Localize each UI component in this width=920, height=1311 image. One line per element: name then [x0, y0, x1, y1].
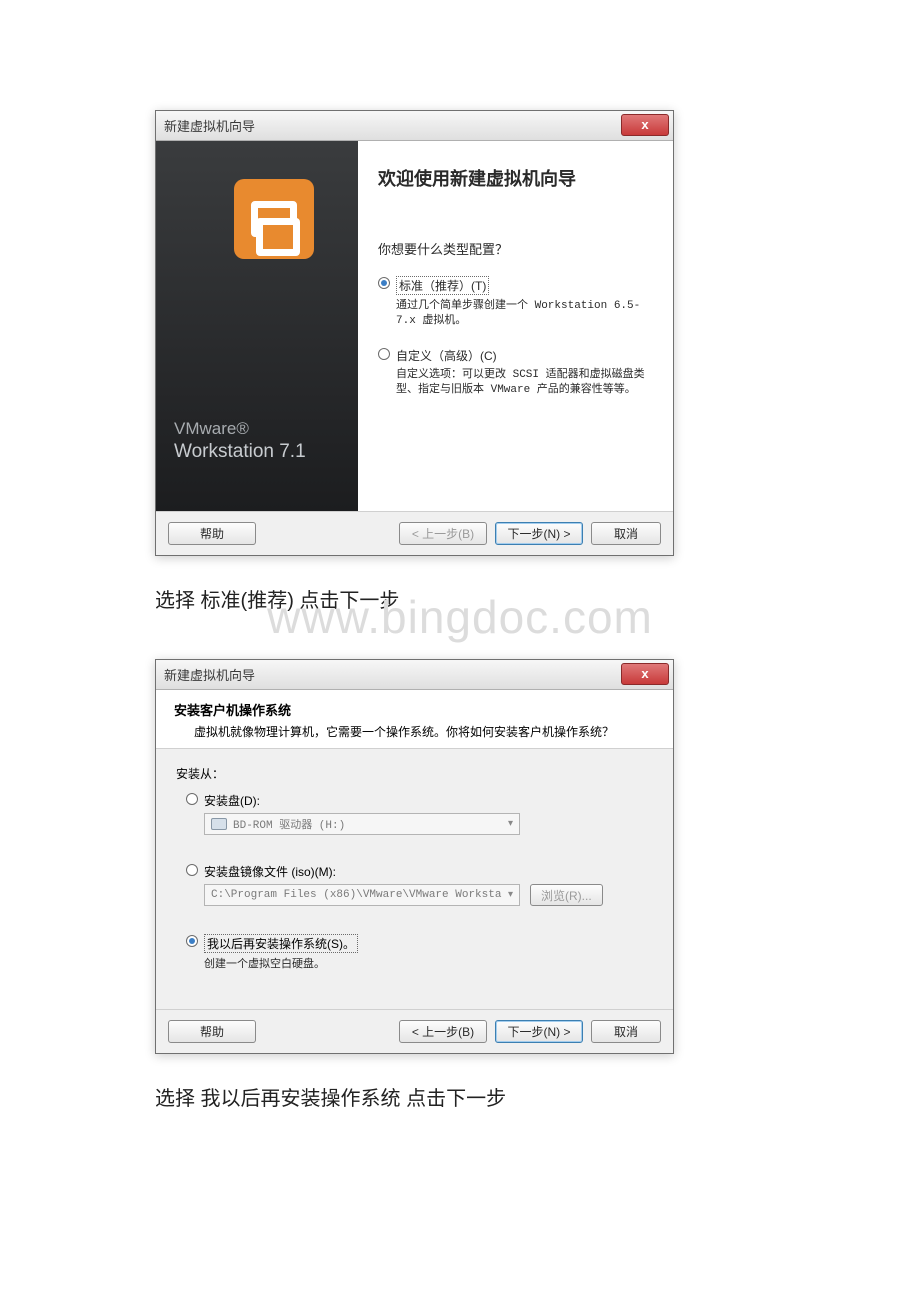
wizard-side-graphic: VMware® Workstation 7.1 — [156, 141, 358, 511]
later-description: 创建一个虚拟空白硬盘。 — [204, 957, 653, 972]
button-row: 帮助 < 上一步(B) 下一步(N) > 取消 — [156, 511, 673, 555]
watermark-text: www.bingdoc.com — [0, 590, 920, 644]
back-button[interactable]: < 上一步(B) — [399, 522, 487, 545]
radio-icon — [186, 864, 198, 876]
radio-later-label: 我以后再安装操作系统(S)。 — [204, 934, 358, 953]
iso-path-input[interactable]: C:\Program Files (x86)\VMware\VMware Wor… — [204, 884, 520, 906]
window-title: 新建虚拟机向导 — [164, 665, 255, 684]
radio-install-later[interactable]: 我以后再安装操作系统(S)。 — [186, 934, 653, 953]
radio-install-disc[interactable]: 安装盘(D): — [186, 792, 653, 809]
titlebar: 新建虚拟机向导 x — [156, 660, 673, 690]
wizard-content: 欢迎使用新建虚拟机向导 你想要什么类型配置？ 标准（推荐）(T) 通过几个简单步… — [358, 141, 673, 511]
close-icon: x — [641, 117, 648, 132]
standard-description: 通过几个简单步骤创建一个 Workstation 6.5-7.x 虚拟机。 — [396, 299, 653, 329]
cancel-button[interactable]: 取消 — [591, 522, 661, 545]
wizard-header: 安装客户机操作系统 虚拟机就像物理计算机，它需要一个操作系统。你将如何安装客户机… — [156, 690, 673, 749]
radio-icon — [378, 277, 390, 289]
help-button[interactable]: 帮助 — [168, 522, 256, 545]
wizard-question: 你想要什么类型配置？ — [378, 239, 653, 258]
back-button[interactable]: < 上一步(B) — [399, 1020, 487, 1043]
close-button[interactable]: x — [621, 663, 669, 685]
radio-custom-label: 自定义（高级）(C) — [396, 347, 497, 364]
wizard-header-title: 安装客户机操作系统 — [174, 700, 655, 719]
radio-icon — [378, 348, 390, 360]
help-button[interactable]: 帮助 — [168, 1020, 256, 1043]
next-button[interactable]: 下一步(N) > — [495, 522, 583, 545]
chevron-down-icon: ▾ — [508, 818, 513, 830]
close-button[interactable]: x — [621, 114, 669, 136]
cancel-button[interactable]: 取消 — [591, 1020, 661, 1043]
chevron-down-icon: ▾ — [508, 889, 513, 901]
button-row: 帮助 < 上一步(B) 下一步(N) > 取消 — [156, 1009, 673, 1053]
disc-icon — [211, 818, 227, 830]
next-button[interactable]: 下一步(N) > — [495, 1020, 583, 1043]
disc-drive-select[interactable]: BD-ROM 驱动器 (H:) ▾ — [204, 813, 520, 835]
window-title: 新建虚拟机向导 — [164, 116, 255, 135]
wizard-body: 安装从： 安装盘(D): BD-ROM 驱动器 (H:) ▾ 安装盘镜像文件 (… — [156, 749, 673, 1009]
close-icon: x — [641, 666, 648, 681]
instruction-caption-2: 选择 我以后再安装操作系统 点击下一步 — [155, 1082, 765, 1111]
wizard-install-os: 新建虚拟机向导 x 安装客户机操作系统 虚拟机就像物理计算机，它需要一个操作系统… — [155, 659, 674, 1054]
radio-custom[interactable]: 自定义（高级）(C) — [378, 347, 653, 364]
custom-description: 自定义选项：可以更改 SCSI 适配器和虚拟磁盘类型、指定与旧版本 VMware… — [396, 368, 653, 398]
radio-install-iso[interactable]: 安装盘镜像文件 (iso)(M): — [186, 863, 653, 880]
brand-text: VMware® — [174, 419, 249, 439]
install-from-label: 安装从： — [176, 765, 653, 782]
disc-drive-value: BD-ROM 驱动器 (H:) — [233, 816, 345, 832]
radio-disc-label: 安装盘(D): — [204, 792, 260, 809]
browse-button[interactable]: 浏览(R)... — [530, 884, 603, 906]
radio-iso-label: 安装盘镜像文件 (iso)(M): — [204, 863, 336, 880]
brand-version: Workstation 7.1 — [174, 441, 306, 463]
radio-standard-label: 标准（推荐）(T) — [396, 276, 489, 295]
radio-standard[interactable]: 标准（推荐）(T) — [378, 276, 653, 295]
wizard-welcome: 新建虚拟机向导 x VMware® Workstation 7.1 欢迎使用新建… — [155, 110, 674, 556]
radio-icon — [186, 935, 198, 947]
vmware-logo-icon — [234, 179, 314, 259]
wizard-heading: 欢迎使用新建虚拟机向导 — [378, 165, 653, 191]
iso-path-value: C:\Program Files (x86)\VMware\VMware Wor… — [211, 889, 501, 901]
titlebar: 新建虚拟机向导 x — [156, 111, 673, 141]
radio-icon — [186, 793, 198, 805]
wizard-header-desc: 虚拟机就像物理计算机，它需要一个操作系统。你将如何安装客户机操作系统？ — [194, 723, 655, 740]
